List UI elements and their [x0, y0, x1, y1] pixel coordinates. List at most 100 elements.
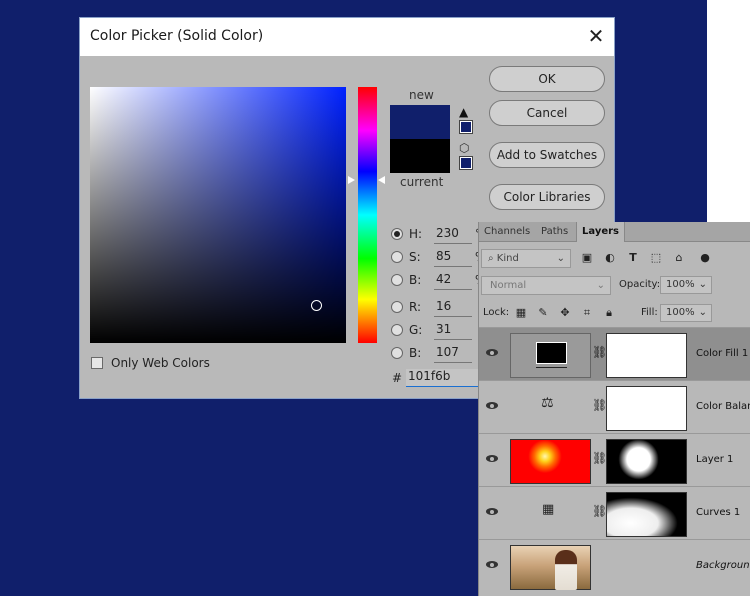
curves-grid-icon[interactable]: ▦ — [542, 502, 554, 517]
brightness-row: B: 42 % — [391, 272, 491, 290]
tab-layers[interactable]: Layers — [576, 222, 625, 242]
hex-prefix: # — [392, 371, 403, 385]
green-input[interactable]: 31 — [434, 322, 472, 340]
mask-link-icon[interactable]: ⛓ — [592, 398, 607, 412]
mask-link-icon[interactable]: ⛓ — [592, 451, 607, 465]
close-icon[interactable]: ✕ — [583, 23, 609, 49]
lock-image-pixels-icon[interactable]: ✎ — [536, 306, 550, 319]
hue-input[interactable]: 230 — [434, 226, 472, 244]
opacity-input[interactable]: 100% ⌄ — [660, 276, 712, 294]
tab-channels[interactable]: Channels — [479, 222, 535, 242]
layer-name[interactable]: Curves 1 — [696, 507, 740, 518]
layer-row-curves-1[interactable]: ▦ ⛓ Curves 1 — [479, 486, 750, 539]
layer-row-background[interactable]: Background — [479, 539, 750, 592]
out-of-gamut-warning-icon[interactable]: ▲ — [459, 105, 468, 119]
only-web-colors-checkbox[interactable] — [91, 357, 103, 369]
layer-mask-thumbnail[interactable] — [606, 386, 687, 431]
blend-mode-value: Normal — [490, 280, 527, 291]
canvas-background-strip — [707, 0, 750, 222]
web-safe-color-swatch[interactable] — [459, 156, 473, 170]
red-input[interactable]: 16 — [434, 299, 472, 317]
brightness-input[interactable]: 42 — [434, 272, 472, 290]
type-layer-filter-icon[interactable]: T — [626, 251, 640, 264]
chevron-down-icon: ⌄ — [596, 280, 605, 291]
layer-pixel-thumbnail[interactable] — [510, 439, 591, 484]
red-radio[interactable] — [391, 301, 403, 313]
layer-name[interactable]: Color Balance — [696, 401, 750, 412]
brightness-radio[interactable] — [391, 274, 403, 286]
layer-mask-thumbnail[interactable] — [606, 492, 687, 537]
pixel-layer-filter-icon[interactable]: ▣ — [580, 251, 594, 264]
layer-row-layer-1[interactable]: ⛓ Layer 1 — [479, 433, 750, 486]
new-color-swatch — [390, 105, 450, 139]
blue-radio[interactable] — [391, 347, 403, 359]
hex-input[interactable]: 101f6b — [406, 369, 486, 387]
chevron-down-icon: ⌄ — [556, 253, 565, 264]
red-label: R: — [409, 300, 422, 314]
opacity-value: 100% — [666, 279, 695, 290]
color-field[interactable] — [90, 87, 346, 343]
layer-row-color-fill-1[interactable]: ⛓ Color Fill 1 — [479, 327, 750, 380]
hue-slider[interactable] — [358, 87, 377, 343]
lock-all-icon[interactable]: 🔒︎ — [602, 306, 616, 320]
smart-object-filter-icon[interactable]: ⌂ — [672, 251, 686, 264]
hex-row: # 101f6b — [392, 369, 486, 387]
mask-link-icon[interactable]: ⛓ — [592, 345, 607, 359]
green-label: G: — [409, 323, 423, 337]
fill-input[interactable]: 100% ⌄ — [660, 304, 712, 322]
fill-color-chip — [536, 342, 567, 364]
color-libraries-button[interactable]: Color Libraries — [489, 184, 605, 210]
adjustment-layer-filter-icon[interactable]: ◐ — [603, 251, 617, 264]
saturation-input[interactable]: 85 — [434, 249, 472, 267]
background-photo-thumbnail[interactable] — [510, 545, 591, 590]
red-row: R: 16 — [391, 299, 491, 317]
dialog-title: Color Picker (Solid Color) — [90, 28, 264, 44]
layer-mask-thumbnail[interactable] — [606, 439, 687, 484]
layer-name[interactable]: Layer 1 — [696, 454, 733, 465]
hue-radio[interactable] — [391, 228, 403, 240]
hue-slider-left-arrow[interactable] — [348, 176, 355, 184]
filter-toggle-icon[interactable]: ● — [698, 251, 712, 264]
layers-panel: Channels Paths Layers ⌕ Kind ⌄ ▣ ◐ T ⬚ ⌂ … — [478, 222, 750, 596]
hue-slider-right-arrow[interactable] — [378, 176, 385, 184]
color-field-marker[interactable] — [311, 300, 322, 311]
blue-input[interactable]: 107 — [434, 345, 472, 363]
lock-artboard-icon[interactable]: ⌗ — [580, 306, 594, 320]
hue-row: H: 230 ° — [391, 226, 491, 244]
fill-layer-glyph — [536, 367, 567, 371]
ok-button[interactable]: OK — [489, 66, 605, 92]
chevron-down-icon: ⌄ — [698, 307, 707, 318]
panel-tabs: Channels Paths Layers — [479, 222, 750, 242]
fill-value: 100% — [666, 307, 695, 318]
only-web-colors-label: Only Web Colors — [111, 356, 210, 370]
person-figure — [555, 550, 577, 590]
layer-name[interactable]: Background — [696, 560, 750, 571]
balance-scale-icon[interactable]: ⚖ — [541, 395, 554, 411]
lock-transparent-pixels-icon[interactable]: ▦ — [514, 306, 528, 319]
new-color-label: new — [409, 88, 434, 102]
blend-mode-select[interactable]: Normal ⌄ — [481, 276, 611, 295]
cancel-button[interactable]: Cancel — [489, 100, 605, 126]
green-radio[interactable] — [391, 324, 403, 336]
lock-label: Lock: — [483, 307, 510, 318]
tab-paths[interactable]: Paths — [536, 222, 573, 242]
kind-filter-select[interactable]: ⌕ Kind ⌄ — [481, 249, 571, 268]
layer-row-color-balance[interactable]: ⚖ ⛓ Color Balance — [479, 380, 750, 433]
layer-name[interactable]: Color Fill 1 — [696, 348, 748, 359]
shape-layer-filter-icon[interactable]: ⬚ — [649, 251, 663, 264]
kind-filter-label: Kind — [496, 253, 519, 264]
mask-link-icon[interactable]: ⛓ — [592, 504, 607, 518]
blue-row: B: 107 — [391, 345, 491, 363]
lock-position-icon[interactable]: ✥ — [558, 306, 572, 319]
saturation-radio[interactable] — [391, 251, 403, 263]
current-color-swatch[interactable] — [390, 139, 450, 173]
blue-label: B: — [409, 346, 422, 360]
gamut-color-swatch[interactable] — [459, 120, 473, 134]
hue-label: H: — [409, 227, 423, 241]
web-safe-cube-icon[interactable]: ⬡ — [459, 141, 469, 155]
opacity-label: Opacity: — [619, 279, 661, 290]
color-fill-thumbnail[interactable] — [510, 333, 591, 378]
layer-mask-thumbnail[interactable] — [606, 333, 687, 378]
add-to-swatches-button[interactable]: Add to Swatches — [489, 142, 605, 168]
title-bar: Color Picker (Solid Color) ✕ — [80, 18, 614, 56]
